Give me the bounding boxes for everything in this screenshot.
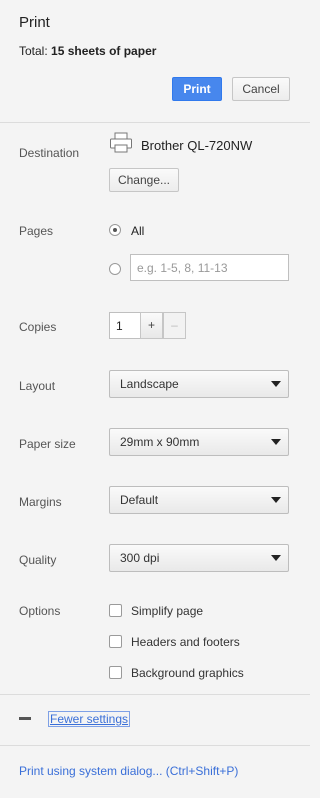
chevron-down-icon	[271, 497, 281, 503]
pages-all-radio[interactable]	[109, 224, 121, 236]
simplify-page-label: Simplify page	[131, 604, 204, 618]
printer-icon	[110, 132, 132, 153]
copies-label: Copies	[19, 320, 57, 334]
total-value: 15 sheets of paper	[51, 44, 157, 58]
copies-input[interactable]	[109, 312, 141, 339]
collapse-icon[interactable]	[19, 717, 31, 720]
simplify-page-checkbox[interactable]	[109, 604, 122, 617]
system-dialog-link[interactable]: Print using system dialog... (Ctrl+Shift…	[19, 764, 238, 778]
copies-increment-button[interactable]: +	[140, 312, 163, 339]
headers-footers-label: Headers and footers	[131, 635, 240, 649]
margins-label: Margins	[19, 495, 62, 509]
chevron-down-icon	[271, 555, 281, 561]
dialog-title: Print	[19, 14, 50, 31]
paper-size-value: 29mm x 90mm	[120, 435, 200, 449]
copies-decrement-button[interactable]: –	[163, 312, 186, 339]
chevron-down-icon	[271, 439, 281, 445]
footer-divider	[0, 745, 310, 746]
change-destination-button[interactable]: Change...	[109, 168, 179, 192]
headers-footers-checkbox[interactable]	[109, 635, 122, 648]
cancel-button[interactable]: Cancel	[232, 77, 290, 101]
pages-custom-radio[interactable]	[109, 263, 121, 275]
margins-select[interactable]: Default	[109, 486, 289, 514]
options-divider	[0, 694, 310, 695]
pages-all-label: All	[131, 224, 145, 238]
printer-name: Brother QL-720NW	[141, 138, 253, 153]
pages-custom-input[interactable]	[130, 254, 289, 281]
quality-value: 300 dpi	[120, 551, 160, 565]
chevron-down-icon	[271, 381, 281, 387]
margins-value: Default	[120, 493, 159, 507]
layout-select[interactable]: Landscape	[109, 370, 289, 398]
header-divider	[0, 122, 310, 123]
fewer-settings-link[interactable]: Fewer settings	[48, 711, 131, 727]
pages-label: Pages	[19, 224, 54, 238]
options-label: Options	[19, 604, 61, 618]
total-label: Total:	[19, 44, 48, 58]
print-header: Print Total: 15 sheets of paper Print Ca…	[0, 0, 310, 122]
print-button[interactable]: Print	[172, 77, 222, 101]
paper-size-label: Paper size	[19, 437, 76, 451]
quality-label: Quality	[19, 553, 57, 567]
destination-label: Destination	[19, 146, 80, 160]
quality-select[interactable]: 300 dpi	[109, 544, 289, 572]
layout-label: Layout	[19, 379, 56, 393]
background-graphics-label: Background graphics	[131, 666, 244, 680]
background-graphics-checkbox[interactable]	[109, 666, 122, 679]
layout-value: Landscape	[120, 377, 179, 391]
total-summary: Total: 15 sheets of paper	[19, 44, 156, 58]
paper-size-select[interactable]: 29mm x 90mm	[109, 428, 289, 456]
